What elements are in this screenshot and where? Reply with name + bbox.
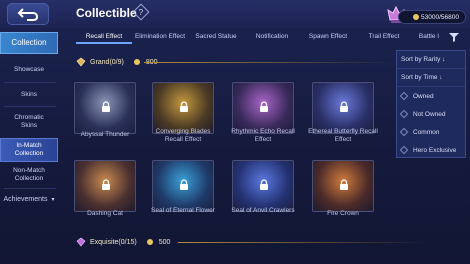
item-card-rhythmic-echo[interactable]	[232, 82, 294, 134]
filter-icon[interactable]	[448, 31, 460, 43]
lock-icon	[180, 179, 188, 190]
item-card-fire-crown[interactable]	[312, 160, 374, 212]
tab-recall-effect[interactable]: Recall Effect	[76, 30, 132, 44]
exquisite-gem-icon	[76, 237, 86, 247]
item-name: Abyssal Thunder	[80, 131, 130, 138]
lock-icon	[102, 101, 110, 112]
tab-notification[interactable]: Notification	[244, 30, 300, 44]
divider	[4, 106, 56, 107]
item-card-converging-blades[interactable]	[152, 82, 214, 134]
item-name: Rhythmic Echo Recall Effect	[231, 128, 295, 143]
sidebar-item-skins[interactable]: Skins	[0, 88, 58, 102]
sidebar-item-collection[interactable]: Collection	[0, 32, 58, 54]
lock-icon	[340, 179, 348, 190]
sidebar-item-in-match-collection[interactable]: In-Match Collection	[0, 138, 58, 162]
sidebar-item-non-match-collection[interactable]: Non-Match Collection	[0, 164, 58, 186]
sort-by-time-option[interactable]: Sort by Time ↓	[397, 69, 465, 87]
filter-common-option[interactable]: Common	[397, 123, 465, 141]
item-card-ethereal-butterfly[interactable]	[312, 82, 374, 134]
tab-sacred-statue[interactable]: Sacred Statue	[188, 30, 244, 44]
item-name: Fire Crown	[327, 210, 359, 217]
currency-display: 53000/56800	[398, 10, 466, 24]
tab-trail-effect[interactable]: Trail Effect	[356, 30, 412, 44]
divider	[178, 242, 428, 243]
category-tabs: Recall Effect Elimination Effect Sacred …	[76, 30, 446, 44]
chevron-down-icon: ▾	[51, 197, 55, 203]
sidebar-item-achievements[interactable]: Achievements ▾	[0, 193, 58, 207]
lock-icon	[180, 101, 188, 112]
coin-icon	[133, 59, 140, 65]
item-card-seal-of-eternal-flower[interactable]	[152, 160, 214, 212]
sort-filter-dropdown: Sort by Rarity ↓ Sort by Time ↓ Owned No…	[396, 50, 466, 158]
filter-hero-exclusive-option[interactable]: Hero Exclusive	[397, 141, 465, 159]
divider	[144, 62, 394, 63]
section-header-exquisite: Exquisite(0/15) 500	[76, 236, 170, 248]
item-card-dashing-cat[interactable]	[74, 160, 136, 212]
coin-icon	[413, 14, 419, 20]
divider	[4, 188, 56, 189]
back-arrow-icon	[17, 8, 39, 21]
back-button[interactable]	[7, 3, 49, 25]
tab-spawn-effect[interactable]: Spawn Effect	[300, 30, 356, 44]
item-name: Seal of Anvil Crawlers	[231, 207, 295, 214]
lock-icon	[260, 101, 268, 112]
sidebar-item-chromatic-skins[interactable]: Chromatic Skins	[0, 112, 58, 132]
item-name: Dashing Cat	[87, 210, 123, 217]
sidebar-item-showcase[interactable]: Showcase	[0, 62, 58, 78]
checkbox-icon	[399, 145, 409, 155]
lock-icon	[340, 101, 348, 112]
item-name: Ethereal Butterfly Recall Effect	[308, 128, 378, 143]
filter-not-owned-option[interactable]: Not Owned	[397, 105, 465, 123]
divider	[4, 82, 56, 83]
item-card-seal-of-anvil-crawlers[interactable]	[232, 160, 294, 212]
lock-icon	[102, 179, 110, 190]
item-card-abyssal-thunder[interactable]	[74, 82, 136, 134]
sidebar: Collection Showcase Skins Chromatic Skin…	[0, 30, 60, 264]
checkbox-icon	[399, 127, 409, 137]
checkbox-icon	[399, 109, 409, 119]
item-name: Converging Blades Recall Effect	[155, 128, 211, 143]
tab-battle[interactable]: Battle I	[412, 30, 446, 44]
page-title: Collectible	[76, 6, 137, 20]
grand-gem-icon	[76, 57, 86, 67]
filter-owned-option[interactable]: Owned	[397, 87, 465, 105]
sort-by-rarity-option[interactable]: Sort by Rarity ↓	[397, 51, 465, 69]
checkbox-icon	[399, 91, 409, 101]
tab-elimination-effect[interactable]: Elimination Effect	[132, 30, 188, 44]
lock-icon	[260, 179, 268, 190]
coin-icon	[146, 239, 153, 245]
item-name: Seal of Eternal Flower	[151, 207, 215, 214]
